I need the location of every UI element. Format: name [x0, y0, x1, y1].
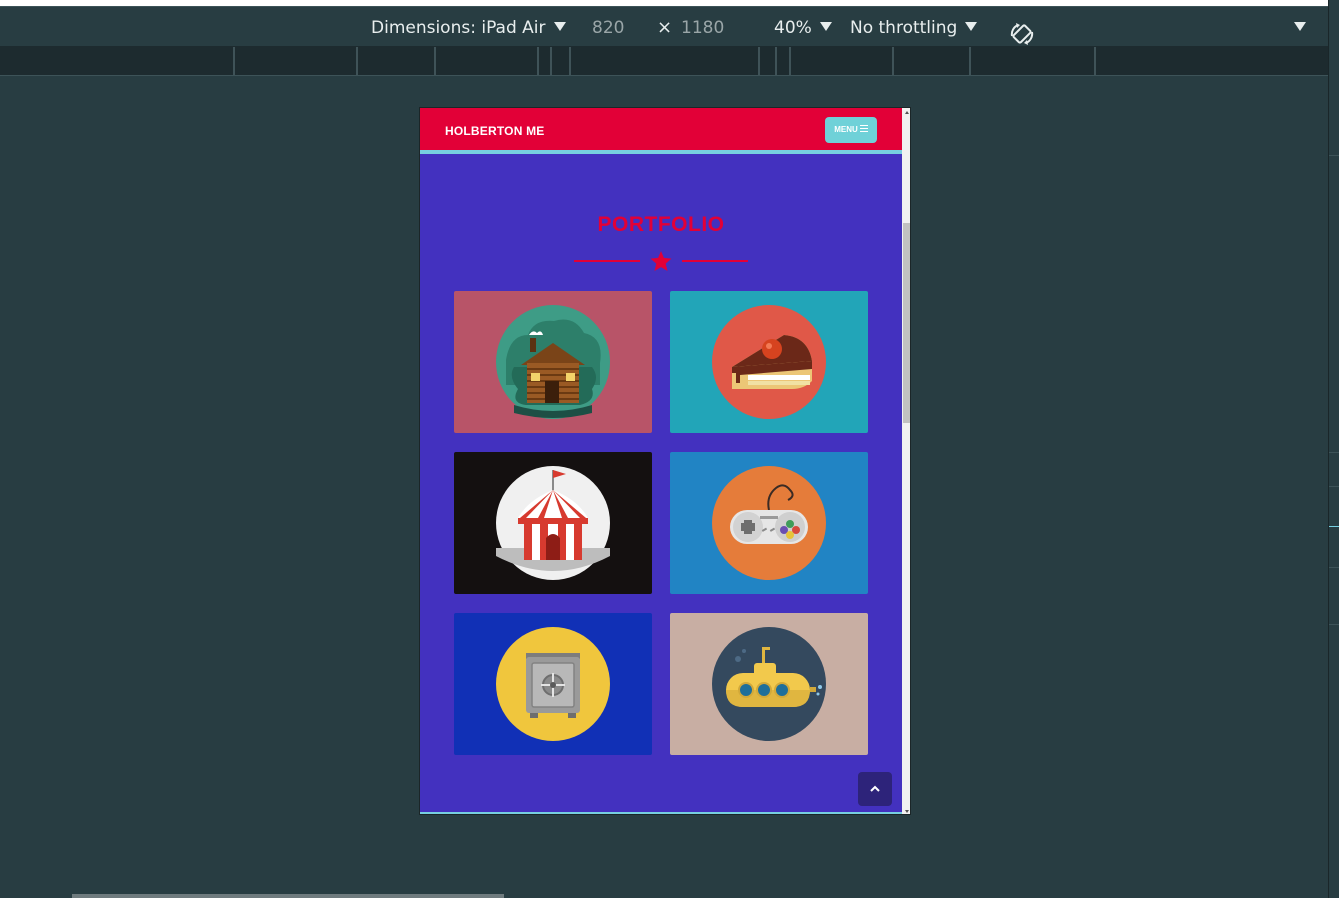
portfolio-item-cake[interactable]	[670, 291, 868, 433]
panel-divider	[1329, 526, 1339, 527]
viewport-scrollbar[interactable]	[902, 108, 910, 814]
chevron-up-icon	[870, 785, 880, 792]
site-navbar: HOLBERTON ME MENU	[420, 108, 902, 154]
more-options-dropdown[interactable]	[1294, 7, 1306, 47]
media-query-bar[interactable]	[0, 46, 1328, 76]
chevron-down-icon	[553, 22, 566, 31]
gamepad-icon	[712, 466, 826, 580]
star-icon	[650, 251, 672, 271]
safe-icon	[496, 627, 610, 741]
hamburger-icon	[859, 125, 868, 133]
breakpoint-marker[interactable]	[969, 47, 971, 75]
dimensions-dropdown[interactable]: Dimensions: iPad Air	[371, 7, 566, 47]
device-viewport: HOLBERTON ME MENU PORTFOLIO	[419, 107, 911, 815]
dimensions-label: Dimensions: iPad Air	[371, 18, 546, 38]
zoom-dropdown[interactable]: 40%	[774, 7, 832, 47]
throttling-dropdown[interactable]: No throttling	[850, 7, 978, 47]
breakpoint-marker[interactable]	[775, 47, 777, 75]
portfolio-item-circus[interactable]	[454, 452, 652, 594]
submarine-icon	[712, 627, 826, 741]
chevron-down-icon	[819, 22, 832, 31]
section-title: PORTFOLIO	[597, 213, 725, 236]
panel-divider	[1329, 155, 1339, 156]
panel-divider	[1329, 452, 1339, 453]
scroll-up-arrow-icon[interactable]	[905, 111, 909, 114]
menu-label: MENU	[834, 125, 858, 134]
breakpoint-marker[interactable]	[434, 47, 436, 75]
throttling-label: No throttling	[850, 18, 958, 38]
breakpoint-marker[interactable]	[892, 47, 894, 75]
chevron-down-icon	[965, 22, 978, 31]
cake-slice-icon	[712, 305, 826, 419]
device-toolbar: Dimensions: iPad Air 820 × 1180 40% No t…	[0, 6, 1328, 46]
scroll-down-arrow-icon[interactable]	[905, 810, 909, 813]
zoom-label: 40%	[774, 18, 812, 38]
panel-divider	[1329, 567, 1339, 568]
menu-button[interactable]: MENU	[825, 117, 877, 143]
portfolio-item-gamepad[interactable]	[670, 452, 868, 594]
portfolio-item-cabin[interactable]	[454, 291, 652, 433]
times-separator: ×	[657, 17, 673, 38]
breakpoint-marker[interactable]	[537, 47, 539, 75]
chevron-down-icon	[1294, 22, 1306, 31]
breakpoint-marker[interactable]	[758, 47, 760, 75]
brand-logo[interactable]: HOLBERTON ME	[445, 124, 545, 138]
breakpoint-marker[interactable]	[1094, 47, 1096, 75]
cabin-icon	[496, 305, 610, 419]
breakpoint-marker[interactable]	[233, 47, 235, 75]
horizontal-scrollbar[interactable]	[72, 894, 504, 898]
devtools-side-panel-edge[interactable]	[1328, 0, 1339, 898]
rotate-icon[interactable]	[1008, 20, 1036, 48]
breakpoint-marker[interactable]	[550, 47, 552, 75]
panel-divider	[1329, 486, 1339, 487]
portfolio-item-safe[interactable]	[454, 613, 652, 755]
scrollbar-thumb[interactable]	[903, 223, 910, 423]
portfolio-item-submarine[interactable]	[670, 613, 868, 755]
breakpoint-marker[interactable]	[356, 47, 358, 75]
breakpoint-marker[interactable]	[789, 47, 791, 75]
panel-divider	[1329, 624, 1339, 625]
star-divider	[574, 251, 748, 271]
height-input[interactable]: 1180	[681, 7, 724, 47]
scroll-to-top-button[interactable]	[858, 772, 892, 806]
circus-tent-icon	[496, 466, 610, 580]
breakpoint-marker[interactable]	[569, 47, 571, 75]
footer-accent-line	[420, 812, 902, 814]
width-input[interactable]: 820	[592, 7, 624, 47]
